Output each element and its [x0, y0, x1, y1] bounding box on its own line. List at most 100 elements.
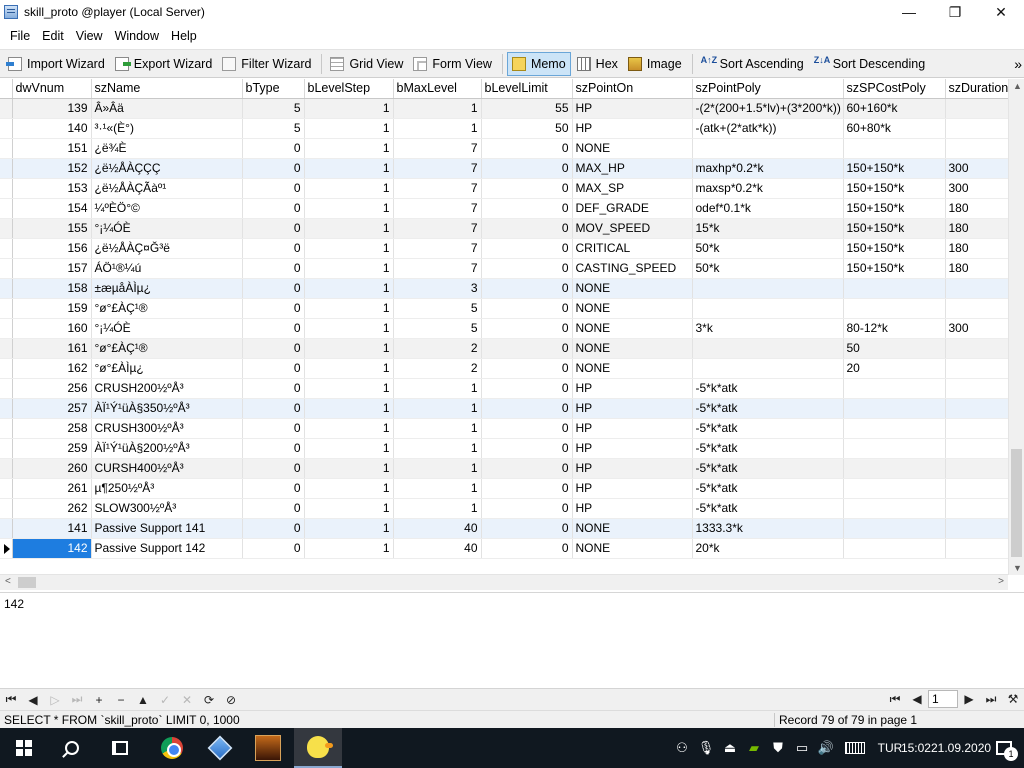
cell-bmaxlevel[interactable]: 1 — [393, 498, 482, 519]
search-button[interactable] — [48, 728, 96, 768]
taskbar-virtualbox[interactable] — [196, 728, 244, 768]
cell-szpointon[interactable]: HP — [572, 418, 693, 439]
cell-szduration[interactable] — [945, 278, 1008, 299]
cell-bmaxlevel[interactable]: 1 — [393, 118, 482, 139]
cell-szpointon[interactable]: NONE — [572, 318, 693, 339]
action-center-button[interactable]: 1 — [984, 728, 1024, 768]
cell-dwvnum[interactable]: 259 — [12, 438, 92, 459]
row-indicator[interactable] — [0, 498, 13, 519]
cell-blevellimit[interactable]: 0 — [481, 138, 573, 159]
cell-dwvnum[interactable]: 262 — [12, 498, 92, 519]
cell-dwvnum[interactable]: 153 — [12, 178, 92, 199]
cell-szname[interactable]: CRUSH200½ºÅ³ — [91, 378, 243, 399]
table-row[interactable]: 160 °¡¼ÓÈ­ 0 1 5 0 NONE 3*k 80-12*k 300 — [0, 318, 1008, 339]
table-row[interactable]: 153 ¿ë½ÅÀÇÃàº¹ 0 1 7 0 MAX_SP maxsp*0.2*k 150+15… — [0, 178, 1008, 199]
cell-btype[interactable]: 0 — [242, 538, 305, 559]
cell-szname[interactable]: ÁÖ¹®¼ú — [91, 258, 243, 279]
cell-szpointpoly[interactable]: -5*k*atk — [692, 458, 844, 479]
cell-szduration[interactable]: 180 — [945, 238, 1008, 259]
table-row[interactable]: 151 ¿ë¾È 0 1 7 0 NONE — [0, 138, 1008, 159]
cell-btype[interactable]: 0 — [242, 138, 305, 159]
stop-icon[interactable]: ⊘ — [220, 693, 242, 707]
usb-device-icon[interactable]: ⏏ — [718, 728, 742, 768]
cell-blevellimit[interactable]: 0 — [481, 378, 573, 399]
cell-szspcostpoly[interactable]: 80-12*k — [843, 318, 946, 339]
cell-szspcostpoly[interactable]: 50 — [843, 338, 946, 359]
cell-bmaxlevel[interactable]: 1 — [393, 378, 482, 399]
cell-blevelstep[interactable]: 1 — [304, 538, 394, 559]
memo-button[interactable]: Memo — [506, 51, 571, 76]
cell-blevelstep[interactable]: 1 — [304, 138, 394, 159]
cell-szname[interactable]: ¿ë¾È — [91, 138, 243, 159]
cell-szpointon[interactable]: NONE — [572, 298, 693, 319]
cell-szname[interactable]: ¿ë½ÅÀÇ¤Ğ³ë — [91, 238, 243, 259]
table-row[interactable]: 161 °ø°£ÀÇ¹® 0 1 2 0 NONE 50 — [0, 338, 1008, 359]
task-view-button[interactable] — [96, 728, 144, 768]
cell-szduration[interactable] — [945, 538, 1008, 559]
cell-dwvnum[interactable]: 159 — [12, 298, 92, 319]
cell-blevellimit[interactable]: 0 — [481, 398, 573, 419]
cell-szpointpoly[interactable]: 1333.3*k — [692, 518, 844, 539]
cell-szname[interactable]: °ø°£ÀÇ¹® — [91, 298, 243, 319]
cell-szduration[interactable]: 180 — [945, 258, 1008, 279]
page-number-input[interactable]: 1 — [928, 690, 958, 708]
memo-editor[interactable]: 142 — [0, 592, 1024, 688]
table-row[interactable]: 154 ¼ºÈÖ°© 0 1 7 0 DEF_GRADE odef*0.1*k 150+150*… — [0, 198, 1008, 219]
cell-bmaxlevel[interactable]: 5 — [393, 318, 482, 339]
cell-blevelstep[interactable]: 1 — [304, 158, 394, 179]
cell-btype[interactable]: 5 — [242, 98, 305, 119]
cell-szname[interactable]: °ø°£ÀÌµ¿ — [91, 358, 243, 379]
cell-szname[interactable]: ÀÏ¹Ý¹üÀ§350½ºÅ³ — [91, 398, 243, 419]
cell-blevellimit[interactable]: 0 — [481, 318, 573, 339]
cell-blevellimit[interactable]: 0 — [481, 458, 573, 479]
cell-szspcostpoly[interactable]: 60+80*k — [843, 118, 946, 139]
table-row[interactable]: 257 ÀÏ¹Ý¹üÀ§350½ºÅ³ 0 1 1 0 HP -5*k*atk — [0, 398, 1008, 419]
cell-blevelstep[interactable]: 1 — [304, 118, 394, 139]
cell-bmaxlevel[interactable]: 40 — [393, 538, 482, 559]
table-row[interactable]: 141 Passive Support 141 0 1 40 0 NONE 1333.3*k — [0, 518, 1008, 539]
cell-szpointpoly[interactable]: maxsp*0.2*k — [692, 178, 844, 199]
cell-szspcostpoly[interactable]: 150+150*k — [843, 158, 946, 179]
taskbar-game[interactable] — [244, 728, 292, 768]
cell-btype[interactable]: 0 — [242, 338, 305, 359]
cell-blevellimit[interactable]: 0 — [481, 518, 573, 539]
people-icon[interactable]: ⚇ — [670, 728, 694, 768]
cell-szduration[interactable] — [945, 498, 1008, 519]
cell-blevelstep[interactable]: 1 — [304, 398, 394, 419]
menu-help[interactable]: Help — [165, 25, 203, 47]
clock[interactable]: 15:02 21.09.2020 — [901, 728, 991, 768]
cell-dwvnum[interactable]: 151 — [12, 138, 92, 159]
cell-btype[interactable]: 0 — [242, 238, 305, 259]
network-icon[interactable]: ▭ — [790, 728, 814, 768]
cell-blevelstep[interactable]: 1 — [304, 358, 394, 379]
row-indicator[interactable] — [0, 198, 13, 219]
cell-blevellimit[interactable]: 0 — [481, 538, 573, 559]
delete-record-icon[interactable]: − — [110, 693, 132, 707]
cell-btype[interactable]: 0 — [242, 418, 305, 439]
cell-szduration[interactable] — [945, 358, 1008, 379]
cell-szspcostpoly[interactable] — [843, 438, 946, 459]
cell-szduration[interactable]: 300 — [945, 178, 1008, 199]
col-header-szname[interactable]: szName — [91, 79, 243, 99]
cell-blevellimit[interactable]: 0 — [481, 498, 573, 519]
cell-blevelstep[interactable]: 1 — [304, 258, 394, 279]
cell-btype[interactable]: 0 — [242, 378, 305, 399]
cell-szduration[interactable] — [945, 378, 1008, 399]
col-header-szduration[interactable]: szDuration — [945, 79, 1008, 99]
volume-icon[interactable]: 🔊 — [814, 728, 838, 768]
cell-bmaxlevel[interactable]: 2 — [393, 338, 482, 359]
cell-szname[interactable]: Passive Support 142 — [91, 538, 243, 559]
cell-szpointon[interactable]: HP — [572, 378, 693, 399]
cell-szname[interactable]: Passive Support 141 — [91, 518, 243, 539]
settings-icon[interactable]: ⚒ — [1002, 692, 1024, 706]
cell-dwvnum[interactable]: 158 — [12, 278, 92, 299]
cell-btype[interactable]: 0 — [242, 218, 305, 239]
cell-dwvnum[interactable]: 139 — [12, 98, 92, 119]
cell-szspcostpoly[interactable]: 150+150*k — [843, 198, 946, 219]
cell-btype[interactable]: 0 — [242, 498, 305, 519]
next-record-icon[interactable]: ▷ — [44, 693, 66, 707]
horizontal-scroll-thumb[interactable] — [18, 577, 36, 588]
horizontal-scrollbar[interactable]: < > — [0, 574, 1008, 590]
cell-btype[interactable]: 0 — [242, 518, 305, 539]
table-row[interactable]: 152 ¿ë½ÅÀÇÇÇ 0 1 7 0 MAX_HP maxhp*0.2*k 150+150*… — [0, 158, 1008, 179]
